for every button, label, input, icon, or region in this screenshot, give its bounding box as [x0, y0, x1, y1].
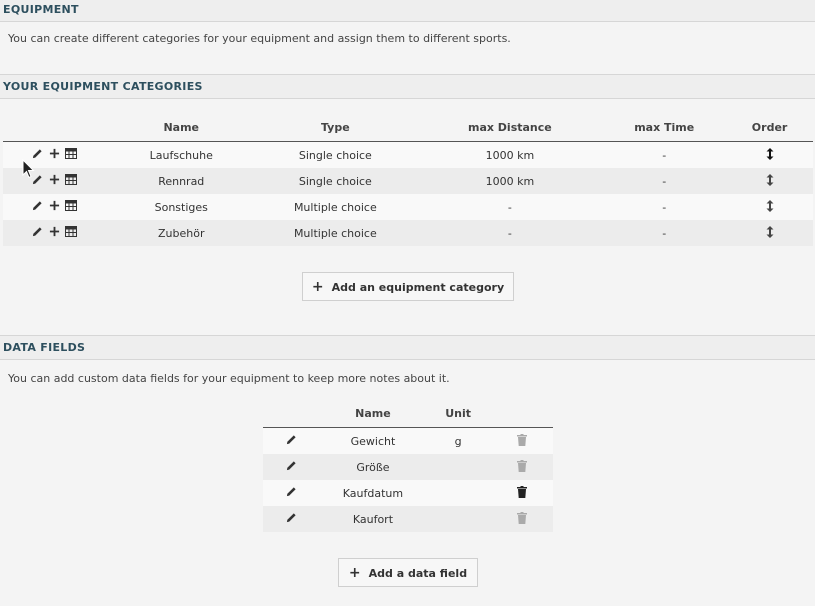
category-max-time: - [602, 168, 727, 194]
sort-arrows-icon[interactable] [764, 147, 776, 160]
pencil-icon[interactable] [31, 226, 43, 238]
category-max-time: - [602, 220, 727, 246]
field-unit [424, 506, 492, 532]
data-fields-table: Name Unit Gewicht g Größe Kaufdatum Kauf… [263, 399, 553, 532]
plus-icon: + [348, 565, 361, 581]
trash-icon[interactable] [516, 511, 528, 524]
sort-arrows-icon[interactable] [764, 173, 776, 186]
field-name: Gewicht [320, 427, 425, 454]
table-icon[interactable] [65, 200, 77, 212]
pencil-icon[interactable] [286, 486, 298, 498]
category-max-distance: - [417, 220, 603, 246]
category-name: Sonstiges [109, 194, 254, 220]
category-type: Single choice [253, 141, 418, 168]
table-row: Kaufdatum [263, 480, 553, 506]
df-unit-header: Unit [424, 399, 492, 428]
field-unit [424, 480, 492, 506]
category-type: Multiple choice [253, 194, 418, 220]
max-time-header[interactable]: max Time [602, 113, 727, 142]
field-name: Kaufort [320, 506, 425, 532]
plus-icon[interactable] [48, 174, 60, 186]
actions-header [3, 113, 110, 142]
mouse-cursor-icon [22, 159, 35, 179]
trash-icon[interactable] [516, 485, 528, 498]
pencil-icon[interactable] [31, 148, 43, 160]
trash-icon[interactable] [516, 433, 528, 446]
table-icon[interactable] [65, 174, 77, 186]
category-max-time: - [602, 194, 727, 220]
field-name: Größe [320, 454, 425, 480]
table-row: Zubehör Multiple choice - - [3, 220, 813, 246]
category-max-distance: - [417, 194, 603, 220]
table-row: Laufschuhe Single choice 1000 km - [3, 141, 813, 168]
table-row: Größe [263, 454, 553, 480]
field-unit [424, 454, 492, 480]
sort-arrows-icon[interactable] [764, 225, 776, 238]
sort-arrows-icon[interactable] [764, 199, 776, 212]
equipment-description: You can create different categories for … [8, 32, 511, 45]
table-row: Kaufort [263, 506, 553, 532]
pencil-icon[interactable] [286, 460, 298, 472]
name-header[interactable]: Name [109, 113, 254, 142]
add-data-field-label: Add a data field [368, 567, 468, 580]
pencil-icon[interactable] [31, 200, 43, 212]
table-row: Rennrad Single choice 1000 km - [3, 168, 813, 194]
add-data-field-button[interactable]: + Add a data field [338, 558, 478, 587]
category-max-distance: 1000 km [417, 141, 603, 168]
category-name: Zubehör [109, 220, 254, 246]
order-header: Order [726, 113, 813, 142]
categories-section-title: YOUR EQUIPMENT CATEGORIES [0, 74, 815, 99]
pencil-icon[interactable] [286, 434, 298, 446]
add-equipment-category-button[interactable]: + Add an equipment category [302, 272, 514, 301]
max-distance-header[interactable]: max Distance [417, 113, 603, 142]
table-icon[interactable] [65, 148, 77, 160]
table-icon[interactable] [65, 226, 77, 238]
category-type: Multiple choice [253, 220, 418, 246]
plus-icon[interactable] [48, 148, 60, 160]
table-row: Sonstiges Multiple choice - - [3, 194, 813, 220]
plus-icon[interactable] [48, 226, 60, 238]
table-row: Gewicht g [263, 427, 553, 454]
data-fields-section-title: DATA FIELDS [0, 335, 815, 360]
trash-icon[interactable] [516, 459, 528, 472]
add-category-label: Add an equipment category [331, 281, 505, 294]
plus-icon[interactable] [48, 200, 60, 212]
data-fields-description: You can add custom data fields for your … [8, 372, 450, 385]
categories-table: Name Type max Distance max Time Order La… [3, 113, 813, 246]
plus-icon: + [311, 279, 324, 295]
category-name: Rennrad [109, 168, 254, 194]
df-name-header: Name [320, 399, 425, 428]
category-max-distance: 1000 km [417, 168, 603, 194]
category-name: Laufschuhe [109, 141, 254, 168]
field-name: Kaufdatum [320, 480, 425, 506]
equipment-section-title: EQUIPMENT [0, 0, 815, 22]
pencil-icon[interactable] [286, 512, 298, 524]
df-actions-header [263, 399, 321, 428]
type-header[interactable]: Type [253, 113, 418, 142]
field-unit: g [424, 427, 492, 454]
category-type: Single choice [253, 168, 418, 194]
category-max-time: - [602, 141, 727, 168]
df-delete-header [491, 399, 553, 428]
